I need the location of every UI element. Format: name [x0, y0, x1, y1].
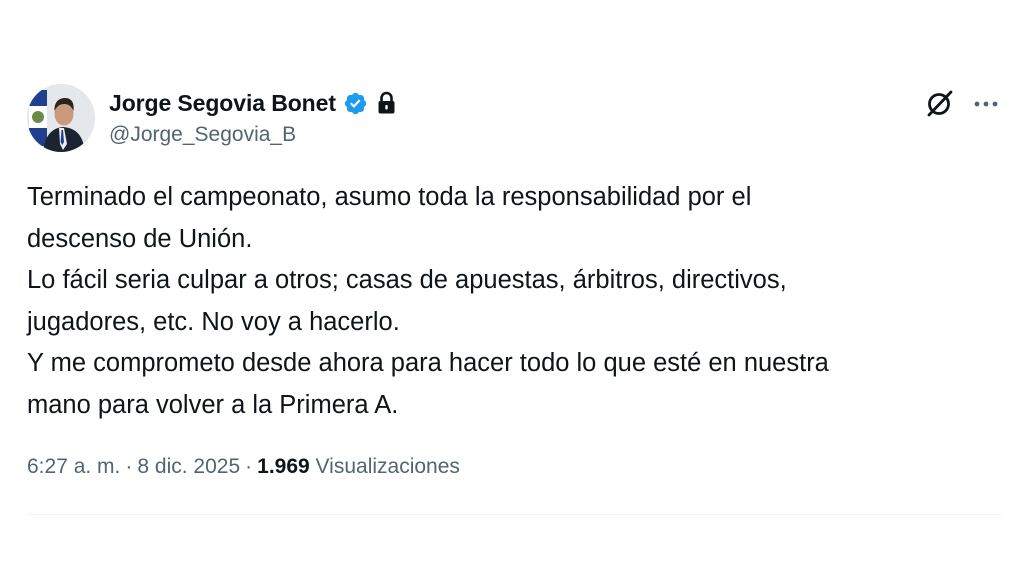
author-name-row: Jorge Segovia Bonet [109, 88, 396, 118]
verified-badge-icon[interactable] [343, 91, 368, 116]
views-count[interactable]: 1.969 [257, 455, 310, 478]
avatar[interactable] [27, 84, 95, 152]
protected-lock-icon [377, 91, 396, 115]
views-label[interactable]: Visualizaciones [316, 455, 460, 478]
tweet-meta: 6:27 a. m. · 8 dic. 2025 · 1.969 Visualizaci… [27, 455, 460, 479]
author-display-name[interactable]: Jorge Segovia Bonet [109, 90, 336, 117]
tweet-text-line: descenso de Unión. [27, 224, 253, 253]
meta-separator: · [125, 455, 133, 478]
meta-separator: · [245, 455, 253, 478]
divider [27, 514, 1002, 515]
author-handle[interactable]: @Jorge_Segovia_B [109, 123, 296, 147]
tweet-text: Terminado el campeonato, asumo toda la r… [27, 177, 987, 426]
grok-icon[interactable] [924, 87, 956, 119]
more-options-icon[interactable] [972, 87, 1000, 119]
tweet-date[interactable]: 8 dic. 2025 [137, 455, 240, 478]
avatar-photo [27, 84, 95, 152]
screen: Jorge Segovia Bonet @Jorge_Segovia_B Ter… [0, 0, 1024, 576]
tweet-time[interactable]: 6:27 a. m. [27, 455, 120, 478]
tweet-text-line: Terminado el campeonato, asumo toda la r… [27, 183, 752, 211]
tweet-text-line: Lo fácil seria culpar a otros; casas de … [27, 266, 787, 294]
tweet-text-line: mano para volver a la Primera A. [27, 390, 399, 419]
tweet-text-line: jugadores, etc. No voy a hacerlo. [27, 307, 400, 336]
tweet-text-line: Y me comprometo desde ahora para hacer t… [27, 349, 829, 377]
